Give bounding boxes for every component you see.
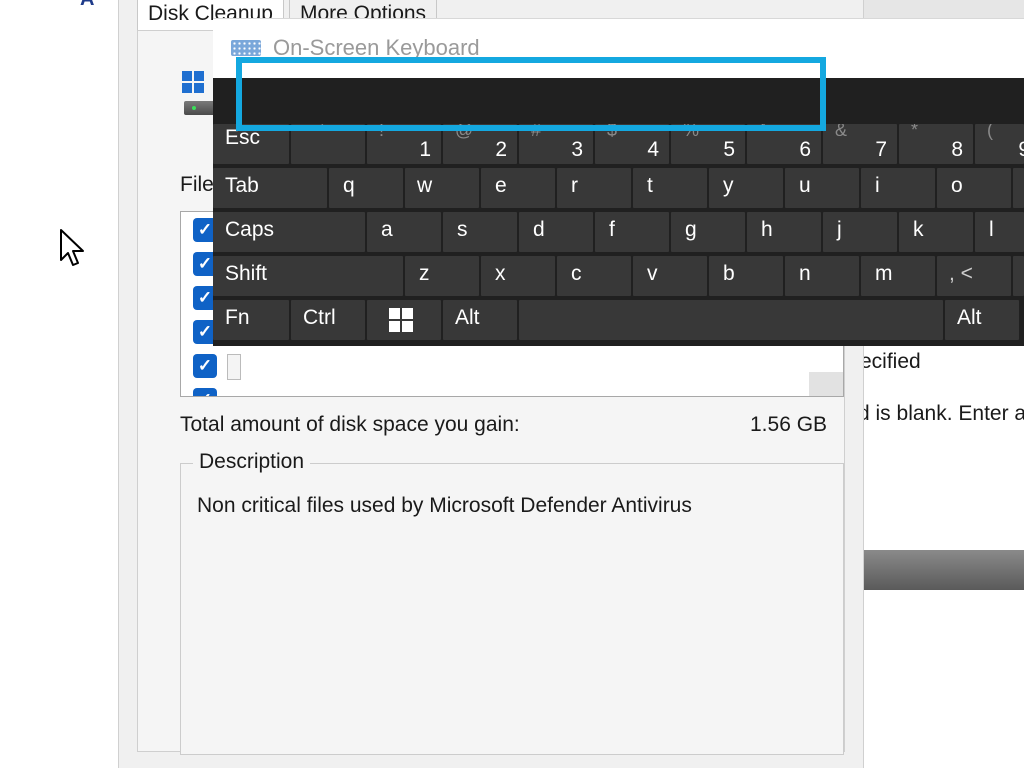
description-group: Description Non critical files used by M…	[180, 450, 844, 755]
key-7[interactable]: & 7	[823, 124, 897, 164]
gain-value: 1.56 GB	[750, 413, 828, 436]
key-comma[interactable]: , <	[937, 256, 1011, 296]
key-o[interactable]: o	[937, 168, 1011, 208]
key-fn[interactable]: Fn	[213, 300, 289, 340]
key-l[interactable]: l	[975, 212, 1024, 252]
key-n[interactable]: n	[785, 256, 859, 296]
list-scrollbar[interactable]	[809, 372, 843, 396]
key-caps[interactable]: Caps	[213, 212, 365, 252]
key-y[interactable]: y	[709, 168, 783, 208]
background-text-1: ecified	[860, 350, 921, 373]
windows-icon	[389, 308, 413, 332]
mouse-pointer-icon	[60, 229, 84, 266]
description-legend: Description	[193, 450, 311, 474]
key-p[interactable]	[1013, 168, 1024, 208]
windows-logo-icon	[182, 71, 204, 93]
key-u[interactable]: u	[785, 168, 859, 208]
keyboard-icon	[231, 40, 261, 56]
file-checkbox[interactable]: ✓	[193, 354, 217, 378]
key-shift[interactable]: Shift	[213, 256, 403, 296]
key-a[interactable]: a	[367, 212, 441, 252]
background-window-dark-band	[864, 550, 1024, 590]
key-space[interactable]	[519, 300, 943, 340]
key-tab[interactable]: Tab	[213, 168, 327, 208]
key-q[interactable]: q	[329, 168, 403, 208]
key-i[interactable]: i	[861, 168, 935, 208]
key-m[interactable]: m	[861, 256, 935, 296]
key-9[interactable]: (9	[975, 124, 1024, 164]
description-text: Non critical files used by Microsoft Def…	[197, 494, 692, 517]
key-alt-right[interactable]: Alt	[945, 300, 1019, 340]
key-w[interactable]: w	[405, 168, 479, 208]
key-j[interactable]: j	[823, 212, 897, 252]
key-g[interactable]: g	[671, 212, 745, 252]
key-e[interactable]: e	[481, 168, 555, 208]
key-d[interactable]: d	[519, 212, 593, 252]
key-r[interactable]: r	[557, 168, 631, 208]
key-k[interactable]: k	[899, 212, 973, 252]
key-h[interactable]: h	[747, 212, 821, 252]
key-windows[interactable]	[367, 300, 441, 340]
file-type-icon	[227, 354, 241, 380]
key-f[interactable]: f	[595, 212, 669, 252]
file-checkbox[interactable]: ✓	[193, 388, 217, 396]
background-window-band	[862, 0, 1024, 18]
key-z[interactable]: z	[405, 256, 479, 296]
key-ctrl[interactable]: Ctrl	[291, 300, 365, 340]
background-fragment-text: A	[80, 0, 94, 11]
key-s[interactable]: s	[443, 212, 517, 252]
key-period[interactable]	[1013, 256, 1024, 296]
key-c[interactable]: c	[557, 256, 631, 296]
key-t[interactable]: t	[633, 168, 707, 208]
key-8[interactable]: * 8	[899, 124, 973, 164]
key-v[interactable]: v	[633, 256, 707, 296]
key-alt-left[interactable]: Alt	[443, 300, 517, 340]
key-x[interactable]: x	[481, 256, 555, 296]
key-b[interactable]: b	[709, 256, 783, 296]
highlight-annotation-box	[236, 57, 826, 131]
gain-label: Total amount of disk space you gain:	[180, 413, 520, 436]
background-text-2: d is blank. Enter a	[858, 402, 1024, 425]
